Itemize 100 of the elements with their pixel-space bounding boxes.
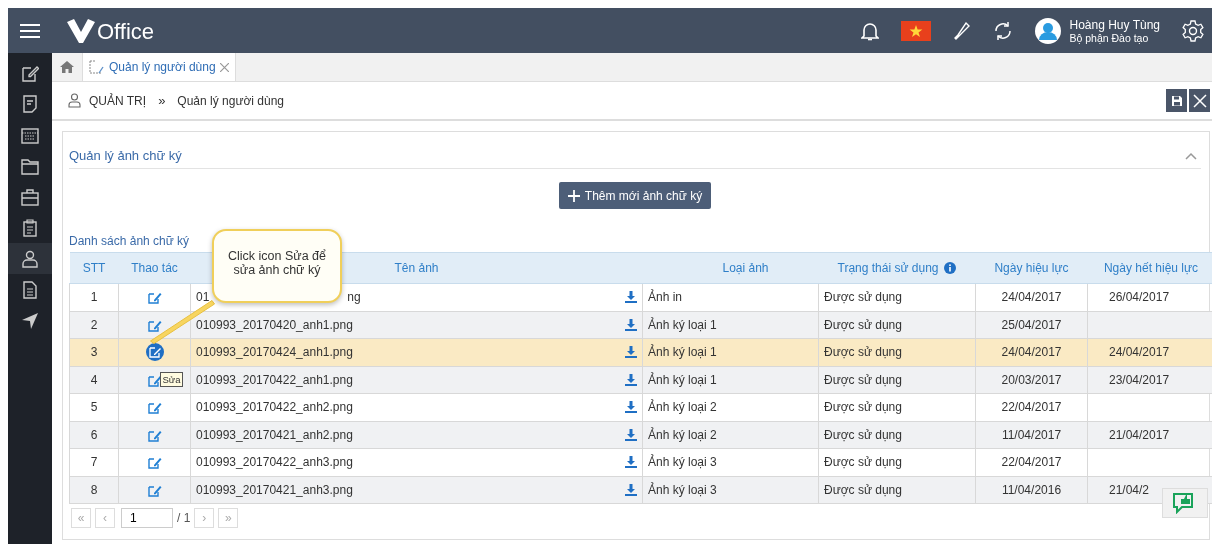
table-cell: Được sử dụng	[818, 421, 976, 449]
table-row[interactable]: 7 010993_20170422_anh3.png Ảnh ký loại 3 Được sử dụng 22/04/2017	[69, 448, 1212, 476]
table-cell: Được sử dụng	[818, 338, 976, 366]
table-cell: 23/04/2017	[1087, 366, 1212, 394]
file-name: 010993_20170424_anh1.png	[196, 345, 353, 360]
table-cell: 22/04/2017	[975, 393, 1088, 421]
edit-icon[interactable]	[147, 456, 162, 470]
file-name: 010993_20170420_anh1.png	[196, 317, 353, 332]
user-icon	[68, 93, 81, 108]
user-icon	[21, 249, 39, 268]
table-row[interactable]: 2 010993_20170420_anh1.png Ảnh ký loại 1 Được sử dụng 25/04/2017	[69, 311, 1212, 339]
table-cell: Ảnh ký loại 2	[642, 393, 819, 421]
user-department: Bộ phận Đào tạo	[1069, 31, 1149, 44]
table-cell: Ảnh ký loại 3	[642, 476, 819, 504]
table-cell: 20/03/2017	[975, 366, 1088, 394]
column-header: Thao tác	[118, 252, 191, 284]
document-icon	[21, 280, 39, 299]
table-cell: 24/04/2017	[975, 338, 1088, 366]
table-cell: Ảnh in	[642, 283, 819, 311]
table-cell: Được sử dụng	[818, 476, 976, 504]
table-cell: 11/04/2017	[975, 421, 1088, 449]
edit-icon[interactable]	[145, 343, 164, 362]
table-cell: Ảnh ký loại 1	[642, 366, 819, 394]
table-cell: 21/04/2017	[1087, 421, 1212, 449]
table-cell: 4	[69, 366, 119, 394]
save-button[interactable]	[1166, 89, 1187, 112]
table-cell: Được sử dụng	[818, 393, 976, 421]
home-icon[interactable]	[60, 61, 74, 73]
table-row[interactable]: 5 010993_20170422_anh2.png Ảnh ký loại 2 Được sử dụng 22/04/2017	[69, 393, 1212, 421]
table-cell: Được sử dụng	[818, 366, 976, 394]
clipboard-icon	[21, 218, 39, 237]
breadcrumb-item: Quản lý người dùng	[177, 93, 284, 108]
table-cell: 2	[69, 311, 119, 339]
table-row[interactable]: 4 Sửa 010993_20170422_anh1.png Ảnh ký loại 1 Được sử dụng 20/03/2017 23/04/2017	[69, 366, 1212, 394]
table-cell: Được sử dụng	[818, 283, 976, 311]
add-signature-button[interactable]: Thêm mới ảnh chữ ký	[558, 182, 712, 209]
close-icon[interactable]	[219, 62, 229, 72]
column-header: Loại ảnh	[642, 252, 819, 284]
table-row[interactable]: 3 010993_20170424_anh1.png Ảnh ký loại 1 Được sử dụng 24/04/2017 24/04/2017	[69, 338, 1212, 366]
close-icon	[1192, 93, 1207, 108]
settings-icon[interactable]	[1182, 19, 1204, 42]
navigation-icon	[21, 311, 39, 330]
file-name: 010993_20170421_anh2.png	[196, 427, 353, 442]
table-cell: 8	[69, 476, 119, 504]
table-cell: Được sử dụng	[818, 448, 976, 476]
column-label: Trạng thái sử dụng	[837, 261, 939, 275]
info-icon[interactable]	[944, 262, 957, 274]
table-cell: 24/04/2017	[1087, 338, 1212, 366]
column-header: Ngày hết hiệu lực	[1087, 252, 1212, 284]
avatar-icon[interactable]	[1035, 17, 1062, 44]
tab[interactable]: Quản lý người dùng	[82, 53, 236, 81]
close-button[interactable]	[1189, 89, 1210, 112]
page-icon	[89, 60, 105, 74]
sidebar-item[interactable]	[8, 243, 52, 274]
eyedropper-icon[interactable]	[953, 20, 972, 41]
download-icon[interactable]	[625, 428, 637, 441]
feedback-button[interactable]	[1162, 488, 1208, 518]
download-icon[interactable]	[625, 373, 637, 386]
file-name: 01	[196, 290, 210, 305]
page-total: / 1	[177, 511, 191, 525]
folder-icon	[21, 156, 39, 175]
table-row[interactable]: 8 010993_20170421_anh3.png Ảnh ký loại 3 Được sử dụng 11/04/2016 21/04/2	[69, 476, 1212, 504]
document-icon	[21, 94, 39, 113]
refresh-icon[interactable]	[993, 20, 1014, 41]
edit-icon[interactable]	[147, 291, 162, 305]
edit-icon[interactable]	[147, 401, 162, 415]
table-cell: 5	[69, 393, 119, 421]
download-icon[interactable]	[625, 401, 637, 414]
save-icon	[1170, 94, 1183, 107]
edit-icon[interactable]	[147, 483, 162, 497]
briefcase-icon	[21, 187, 39, 206]
chevron-up-icon[interactable]	[1185, 151, 1197, 160]
logo-icon	[66, 17, 96, 44]
list-title: Danh sách ảnh chữ ký	[69, 234, 191, 248]
file-name: 010993_20170422_anh2.png	[196, 400, 353, 415]
flag-icon[interactable]	[901, 20, 932, 41]
table-cell: 11/04/2016	[975, 476, 1088, 504]
download-icon[interactable]	[625, 483, 637, 496]
file-name: ng	[347, 290, 361, 305]
download-icon[interactable]	[625, 318, 637, 331]
table-row[interactable]: 6 010993_20170421_anh2.png Ảnh ký loại 2 Được sử dụng 11/04/2017 21/04/2017	[69, 421, 1212, 449]
download-icon[interactable]	[625, 346, 637, 359]
file-name: 010993_20170421_anh3.png	[196, 482, 353, 497]
table-cell: Ảnh ký loại 1	[642, 338, 819, 366]
table-cell: Ảnh ký loại 1	[642, 311, 819, 339]
edit-icon[interactable]	[147, 318, 162, 332]
edit-icon[interactable]	[147, 373, 162, 387]
table-cell: 6	[69, 421, 119, 449]
table-cell: 25/04/2017	[975, 311, 1088, 339]
callout: Click icon Sửa để sửa ảnh chữ ký	[212, 229, 342, 303]
table-cell: 1	[69, 283, 119, 311]
breadcrumb-item[interactable]: QUẢN TRỊ	[89, 93, 147, 108]
menu-icon[interactable]	[20, 22, 40, 39]
download-icon[interactable]	[625, 291, 637, 304]
column-header: Ngày hiệu lực	[975, 252, 1088, 284]
page-input[interactable]: 1	[121, 508, 173, 528]
edit-icon[interactable]	[147, 428, 162, 442]
table-cell: Ảnh ký loại 2	[642, 421, 819, 449]
bell-icon[interactable]	[861, 20, 880, 41]
download-icon[interactable]	[625, 456, 637, 469]
